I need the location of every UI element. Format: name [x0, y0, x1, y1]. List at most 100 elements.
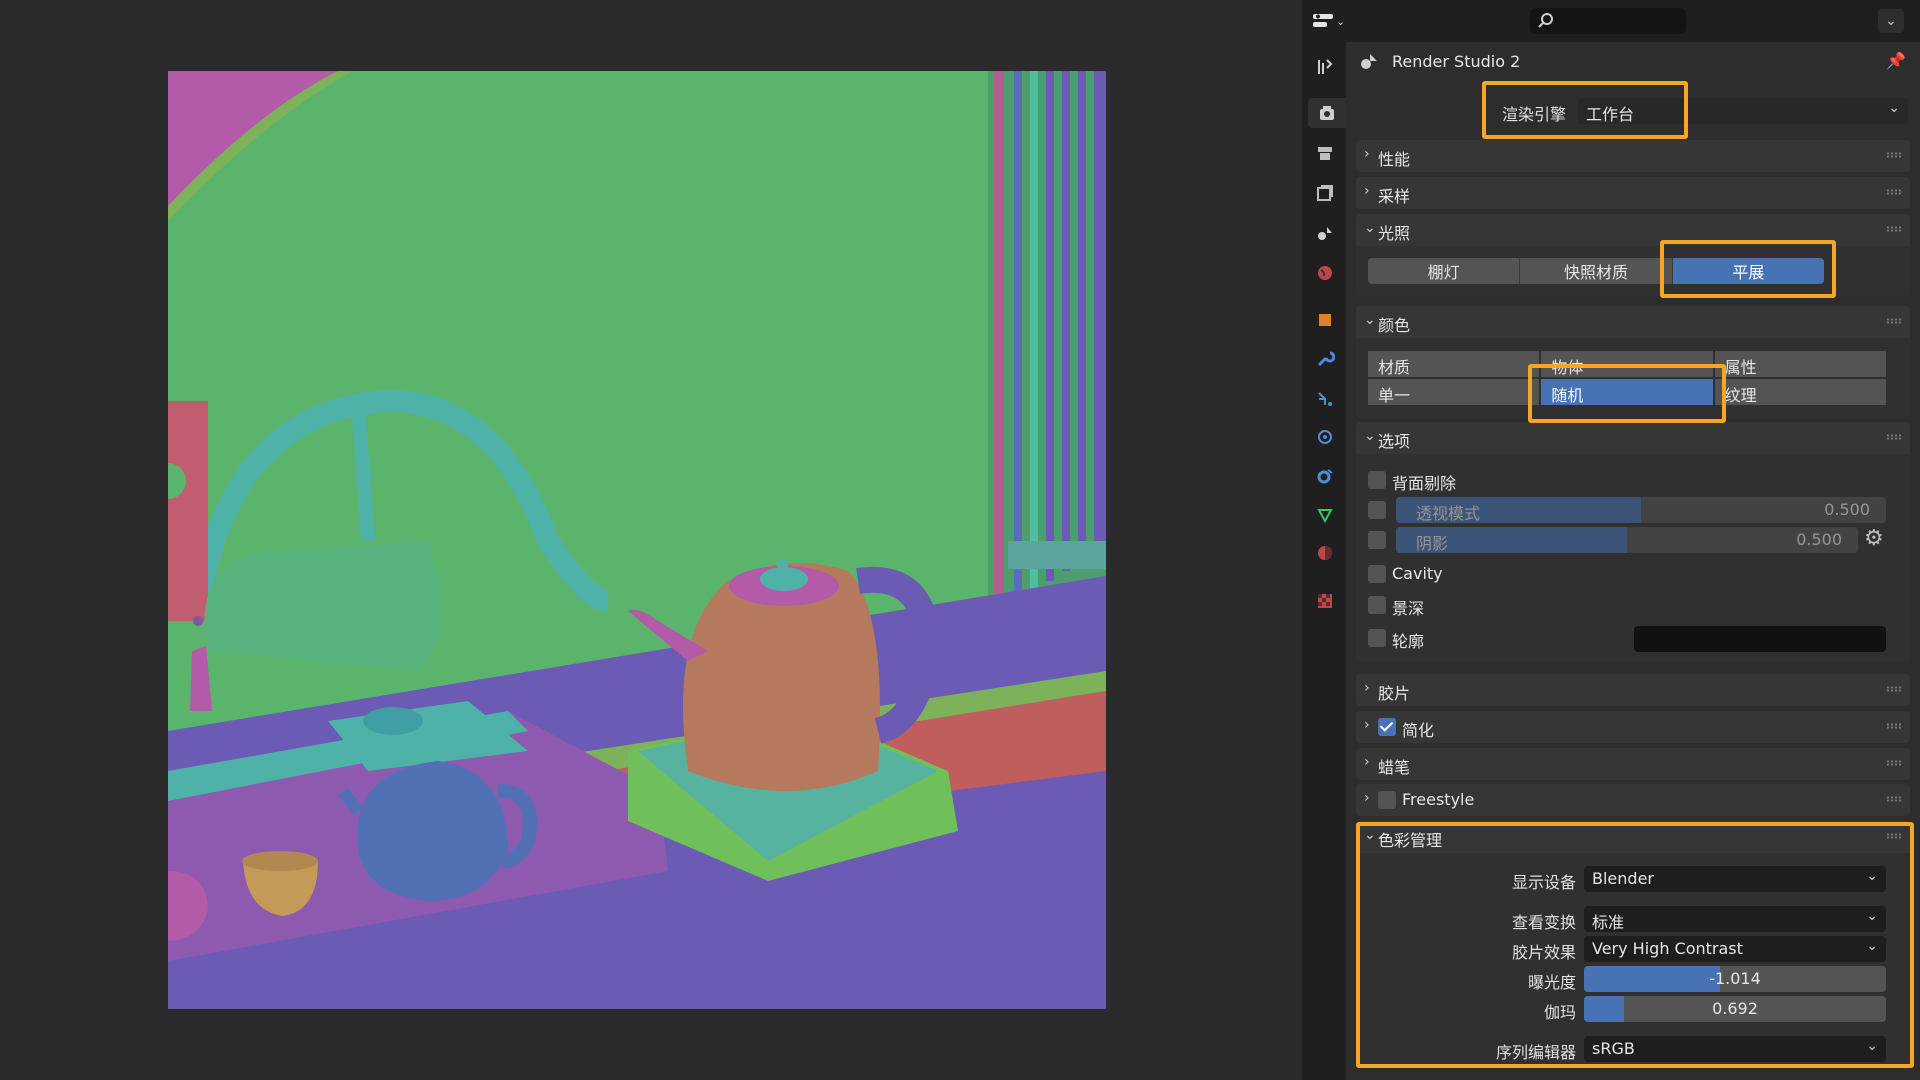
view-layer-tab-icon[interactable] [1310, 178, 1340, 208]
lighting-option-flat[interactable]: 平展 [1672, 258, 1824, 284]
drag-grip-icon[interactable] [1886, 434, 1902, 440]
chevron-right-icon: › [1364, 754, 1370, 770]
outline-color-swatch[interactable] [1634, 626, 1886, 652]
drag-grip-icon[interactable] [1886, 686, 1902, 692]
panel-title: 蜡笔 [1378, 758, 1411, 777]
panel-options[interactable]: ⌄ 选项 [1356, 422, 1910, 454]
xray-slider[interactable]: 透视模式 0.500 [1396, 497, 1886, 523]
sequencer-dropdown[interactable]: sRGB ⌄ [1584, 1036, 1886, 1062]
chevron-right-icon: › [1364, 790, 1370, 806]
drag-grip-icon[interactable] [1886, 723, 1902, 729]
exposure-value: -1.014 [1709, 969, 1761, 988]
color-option-random[interactable]: 随机 [1541, 379, 1713, 405]
search-icon [1538, 13, 1553, 28]
chevron-down-icon: ⌄ [1866, 908, 1878, 924]
backface-culling-checkbox[interactable] [1368, 471, 1386, 489]
3d-viewport[interactable] [0, 0, 1302, 1080]
panel-title: 简化 [1402, 721, 1435, 740]
lighting-option-studio[interactable]: 棚灯 [1368, 258, 1521, 284]
modifier-tab-icon[interactable] [1310, 344, 1340, 374]
simplify-checkbox[interactable] [1378, 718, 1396, 736]
color-option-attribute[interactable]: 属性 [1714, 351, 1886, 377]
drag-grip-icon[interactable] [1886, 152, 1902, 158]
panel-title: Freestyle [1402, 790, 1475, 809]
drag-grip-icon[interactable] [1886, 226, 1902, 232]
drag-grip-icon[interactable] [1886, 796, 1902, 802]
look-label: 胶片效果 [1511, 943, 1576, 962]
cavity-checkbox[interactable] [1368, 565, 1386, 583]
dof-checkbox[interactable] [1368, 596, 1386, 614]
properties-editor: ⌄ ⌄ Render Studio 2 📌 渲染引擎 工作台 ⌄ › 性能 › … [1313, 0, 1920, 1080]
physics-tab-icon[interactable] [1310, 422, 1340, 452]
xray-value: 0.500 [1824, 500, 1870, 519]
look-dropdown[interactable]: Very High Contrast ⌄ [1584, 936, 1886, 962]
shadow-slider[interactable]: 阴影 0.500 [1396, 527, 1858, 553]
display-device-dropdown[interactable]: Blender ⌄ [1584, 866, 1886, 892]
panel-sampling[interactable]: › 采样 [1356, 177, 1910, 209]
panel-color[interactable]: ⌄ 颜色 [1356, 306, 1910, 338]
lighting-option-matcap[interactable]: 快照材质 [1520, 258, 1673, 284]
gear-icon[interactable]: ⚙ [1864, 526, 1884, 551]
chevron-right-icon: › [1364, 183, 1370, 199]
properties-tab-bar [1304, 0, 1346, 1080]
drag-grip-icon[interactable] [1886, 189, 1902, 195]
search-input[interactable] [1530, 8, 1686, 34]
lighting-mode-selector: 棚灯 快照材质 平展 [1368, 258, 1824, 284]
panel-freestyle[interactable]: › Freestyle [1356, 784, 1910, 816]
panel-lighting[interactable]: ⌄ 光照 [1356, 214, 1910, 246]
material-tab-icon[interactable] [1310, 538, 1340, 568]
display-device-label: 显示设备 [1511, 873, 1576, 892]
world-tab-icon[interactable] [1310, 258, 1340, 288]
chevron-down-icon: ⌄ [1866, 868, 1878, 884]
look-value: Very High Contrast [1592, 939, 1743, 958]
view-transform-value: 标准 [1592, 913, 1625, 932]
panel-grease-pencil[interactable]: › 蜡笔 [1356, 748, 1910, 780]
sequencer-label: 序列编辑器 [1495, 1043, 1576, 1062]
texture-tab-icon[interactable] [1310, 586, 1340, 616]
drag-grip-icon[interactable] [1886, 318, 1902, 324]
output-tab-icon[interactable] [1310, 138, 1340, 168]
panel-film[interactable]: › 胶片 [1356, 674, 1910, 706]
view-transform-label: 查看变换 [1511, 913, 1576, 932]
render-tab-icon[interactable] [1308, 98, 1346, 128]
exposure-slider[interactable]: -1.014 [1584, 966, 1886, 992]
tool-tab-icon[interactable] [1310, 52, 1340, 82]
xray-label: 透视模式 [1416, 504, 1481, 523]
cavity-label: Cavity [1392, 564, 1443, 583]
constraints-tab-icon[interactable] [1310, 461, 1340, 491]
gamma-slider[interactable]: 0.692 [1584, 996, 1886, 1022]
scene-icon [1361, 54, 1377, 69]
render-engine-dropdown[interactable]: 工作台 ⌄ [1578, 98, 1908, 124]
drag-grip-icon[interactable] [1886, 833, 1902, 839]
color-option-texture[interactable]: 纹理 [1714, 379, 1886, 405]
color-option-material[interactable]: 材质 [1368, 351, 1540, 377]
xray-checkbox[interactable] [1368, 501, 1386, 519]
properties-header: ⌄ [1346, 0, 1920, 42]
editor-type-icon[interactable]: ⌄ [1312, 8, 1346, 34]
view-transform-dropdown[interactable]: 标准 ⌄ [1584, 906, 1886, 932]
panel-simplify[interactable]: › 简化 [1356, 711, 1910, 743]
color-option-single[interactable]: 单一 [1368, 379, 1540, 405]
chevron-down-icon: ⌄ [1364, 827, 1376, 843]
options-dropdown-icon[interactable]: ⌄ [1878, 9, 1904, 33]
drag-grip-icon[interactable] [1886, 760, 1902, 766]
outline-checkbox[interactable] [1368, 629, 1386, 647]
chevron-down-icon: ⌄ [1364, 312, 1376, 328]
display-device-value: Blender [1592, 869, 1654, 888]
gamma-value: 0.692 [1712, 999, 1758, 1018]
render-preview-image [168, 71, 1106, 1009]
color-type-grid: 材质 物体 属性 单一 随机 纹理 [1368, 351, 1886, 405]
shadow-checkbox[interactable] [1368, 531, 1386, 549]
panel-color-management[interactable]: ⌄ 色彩管理 [1356, 821, 1910, 853]
scene-tab-icon[interactable] [1310, 218, 1340, 248]
freestyle-checkbox[interactable] [1378, 791, 1396, 809]
pin-icon[interactable]: 📌 [1886, 51, 1906, 70]
panel-title: 胶片 [1378, 684, 1411, 703]
object-tab-icon[interactable] [1310, 305, 1340, 335]
chevron-down-icon: ⌄ [1364, 428, 1376, 444]
color-option-object[interactable]: 物体 [1541, 351, 1713, 377]
particles-tab-icon[interactable] [1310, 384, 1340, 414]
panel-performance[interactable]: › 性能 [1356, 140, 1910, 172]
data-tab-icon[interactable] [1310, 500, 1340, 530]
panel-title: 选项 [1378, 432, 1411, 451]
